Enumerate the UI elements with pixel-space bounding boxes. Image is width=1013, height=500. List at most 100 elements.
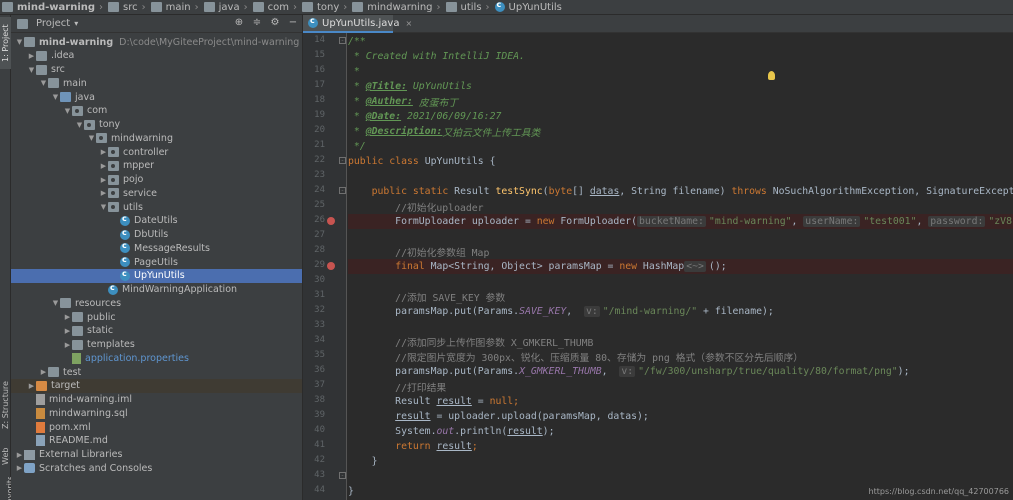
tree-item[interactable]: README.md (11, 434, 302, 448)
code-line[interactable]: return result; (348, 439, 1013, 454)
tree-item[interactable]: mindwarning.sql (11, 406, 302, 420)
expand-arrow-icon[interactable]: ▼ (87, 134, 96, 142)
breakpoint-icon[interactable] (327, 262, 335, 270)
breadcrumb-item[interactable]: mindwarning (352, 0, 433, 14)
tree-item[interactable]: DateUtils (11, 214, 302, 228)
tree-item[interactable]: application.properties (11, 351, 302, 365)
collapse-arrow-icon[interactable]: ▶ (27, 382, 36, 390)
code-line[interactable] (348, 469, 1013, 484)
tree-item[interactable]: pom.xml (11, 420, 302, 434)
code-line[interactable]: paramsMap.put(Params. X_GMKERL_THUMB, v: "… (348, 364, 1013, 379)
tree-item[interactable]: ▶ static (11, 324, 302, 338)
collapse-arrow-icon[interactable]: ▶ (99, 189, 108, 197)
editor-gutter[interactable]: 14 - 15 16 17 18 19 20 21 22 - 23 24 - 25 26 27 28 29 30 31 3… (303, 33, 347, 500)
tree-item[interactable]: ▶ mpper (11, 159, 302, 173)
gear-icon[interactable]: ⚙ (269, 17, 281, 29)
code-line[interactable]: //添加同步上传作图参数 X_GMKERL_THUMB (348, 334, 1013, 349)
tree-item[interactable]: MindWarningApplication (11, 283, 302, 297)
hide-icon[interactable]: − (287, 17, 299, 29)
code-line[interactable]: * @Title: UpYunUtils (348, 79, 1013, 94)
code-line[interactable]: */ (348, 139, 1013, 154)
project-panel-title[interactable]: Project (36, 18, 70, 29)
tree-item[interactable]: MessageResults (11, 241, 302, 255)
code-line[interactable]: * @Date: 2021/06/09/16:27 (348, 109, 1013, 124)
tree-item[interactable]: ▼ com (11, 104, 302, 118)
fold-icon[interactable]: - (339, 472, 346, 479)
expand-arrow-icon[interactable]: ▼ (51, 299, 60, 307)
code-line[interactable] (348, 229, 1013, 244)
code-line[interactable]: paramsMap.put(Params. SAVE_KEY, v: "/mind-… (348, 304, 1013, 319)
locate-icon[interactable]: ⊕ (233, 17, 245, 29)
expand-arrow-icon[interactable]: ▼ (99, 203, 108, 211)
code-line[interactable]: /** (348, 34, 1013, 49)
collapse-arrow-icon[interactable]: ▶ (15, 451, 24, 459)
code-line[interactable]: } (348, 454, 1013, 469)
tree-item[interactable]: mind-warning.iml (11, 393, 302, 407)
tree-item[interactable]: ▼ utils (11, 200, 302, 214)
tree-item[interactable]: ▶ .idea (11, 49, 302, 63)
code-line[interactable]: * Created with IntelliJ IDEA. (348, 49, 1013, 64)
tree-item[interactable]: PageUtils (11, 255, 302, 269)
collapse-arrow-icon[interactable]: ▶ (15, 464, 24, 472)
code-line[interactable] (348, 319, 1013, 334)
breadcrumb-item[interactable]: mind-warning (2, 0, 95, 14)
breadcrumb-item[interactable]: tony (301, 0, 339, 14)
tree-item[interactable]: ▼ main (11, 76, 302, 90)
tab-favorites[interactable]: 2: Favorites (0, 477, 11, 500)
close-icon[interactable]: × (405, 19, 412, 28)
code-line[interactable]: System. out .println(result); (348, 424, 1013, 439)
code-editor[interactable]: /** * Created with IntelliJ IDEA. * * @T… (348, 33, 1013, 500)
breadcrumb-item[interactable]: utils (445, 0, 482, 14)
chevron-down-icon[interactable]: ▾ (74, 19, 78, 28)
breadcrumb-item[interactable]: src (108, 0, 138, 14)
code-line[interactable] (348, 274, 1013, 289)
code-line[interactable]: * @Auther: 皮蛋布丁 (348, 94, 1013, 109)
tree-item[interactable]: ▶ public (11, 310, 302, 324)
code-line[interactable]: * @Description: 又拍云文件上传工具类 (348, 124, 1013, 139)
breadcrumb-item[interactable]: com (252, 0, 289, 14)
tree-item[interactable]: ▶ test (11, 365, 302, 379)
expand-arrow-icon[interactable]: ▼ (51, 93, 60, 101)
collapse-arrow-icon[interactable]: ▶ (99, 176, 108, 184)
expand-arrow-icon[interactable]: ▼ (27, 66, 36, 74)
breadcrumb-item[interactable]: java (203, 0, 240, 14)
tree-item[interactable]: ▼ java (11, 90, 302, 104)
breadcrumb-item[interactable]: main (150, 0, 191, 14)
collapse-all-icon[interactable]: ≑ (251, 17, 263, 29)
tree-item[interactable]: ▼ resources (11, 296, 302, 310)
tab-structure[interactable]: Z: Structure (0, 375, 11, 435)
tree-item[interactable]: ▼ tony (11, 118, 302, 132)
code-line[interactable]: * (348, 64, 1013, 79)
tree-item[interactable]: ▶ pojo (11, 173, 302, 187)
tree-item[interactable]: UpYunUtils (11, 268, 302, 283)
collapse-arrow-icon[interactable]: ▶ (99, 148, 108, 156)
tab-project[interactable]: 1: Project (0, 17, 11, 69)
fold-icon[interactable]: - (339, 187, 346, 194)
tree-item[interactable]: ▶ Scratches and Consoles (11, 461, 302, 475)
tree-item[interactable]: ▶ External Libraries (11, 448, 302, 462)
expand-arrow-icon[interactable]: ▼ (63, 107, 72, 115)
tree-item[interactable]: ▼ mind-warning D:\code\MyGiteeProject\mind… (11, 35, 302, 49)
code-line[interactable]: public class UpYunUtils { (348, 154, 1013, 169)
collapse-arrow-icon[interactable]: ▶ (99, 162, 108, 170)
code-line[interactable]: final Map<String, Object> paramsMap = ne… (348, 259, 1013, 274)
fold-icon[interactable]: - (339, 37, 346, 44)
code-line[interactable]: //添加 SAVE_KEY 参数 (348, 289, 1013, 304)
tree-item[interactable]: DbUtils (11, 228, 302, 242)
code-line[interactable]: Result result = null; (348, 394, 1013, 409)
tree-item[interactable]: ▶ templates (11, 338, 302, 352)
tree-item[interactable]: ▶ controller (11, 145, 302, 159)
collapse-arrow-icon[interactable]: ▶ (63, 327, 72, 335)
tab-upyunutils[interactable]: UpYunUtils.java × (303, 15, 412, 33)
fold-icon[interactable]: - (339, 157, 346, 164)
code-line[interactable]: FormUploader uploader = new FormUploader… (348, 214, 1013, 229)
tree-item[interactable]: ▶ service (11, 186, 302, 200)
tree-item[interactable]: ▼ src (11, 63, 302, 77)
code-line[interactable]: //限定图片宽度为 300px、锐化、压缩质量 80、存储为 png 格式（参数… (348, 349, 1013, 364)
code-line[interactable]: //初始化参数组 Map (348, 244, 1013, 259)
code-line[interactable] (348, 169, 1013, 184)
breadcrumb-item[interactable]: UpYunUtils (494, 0, 562, 14)
expand-arrow-icon[interactable]: ▼ (15, 38, 24, 46)
code-line[interactable]: result = uploader.upload(paramsMap, data… (348, 409, 1013, 424)
code-line[interactable]: public static Result testSync(byte[] dat… (348, 184, 1013, 199)
